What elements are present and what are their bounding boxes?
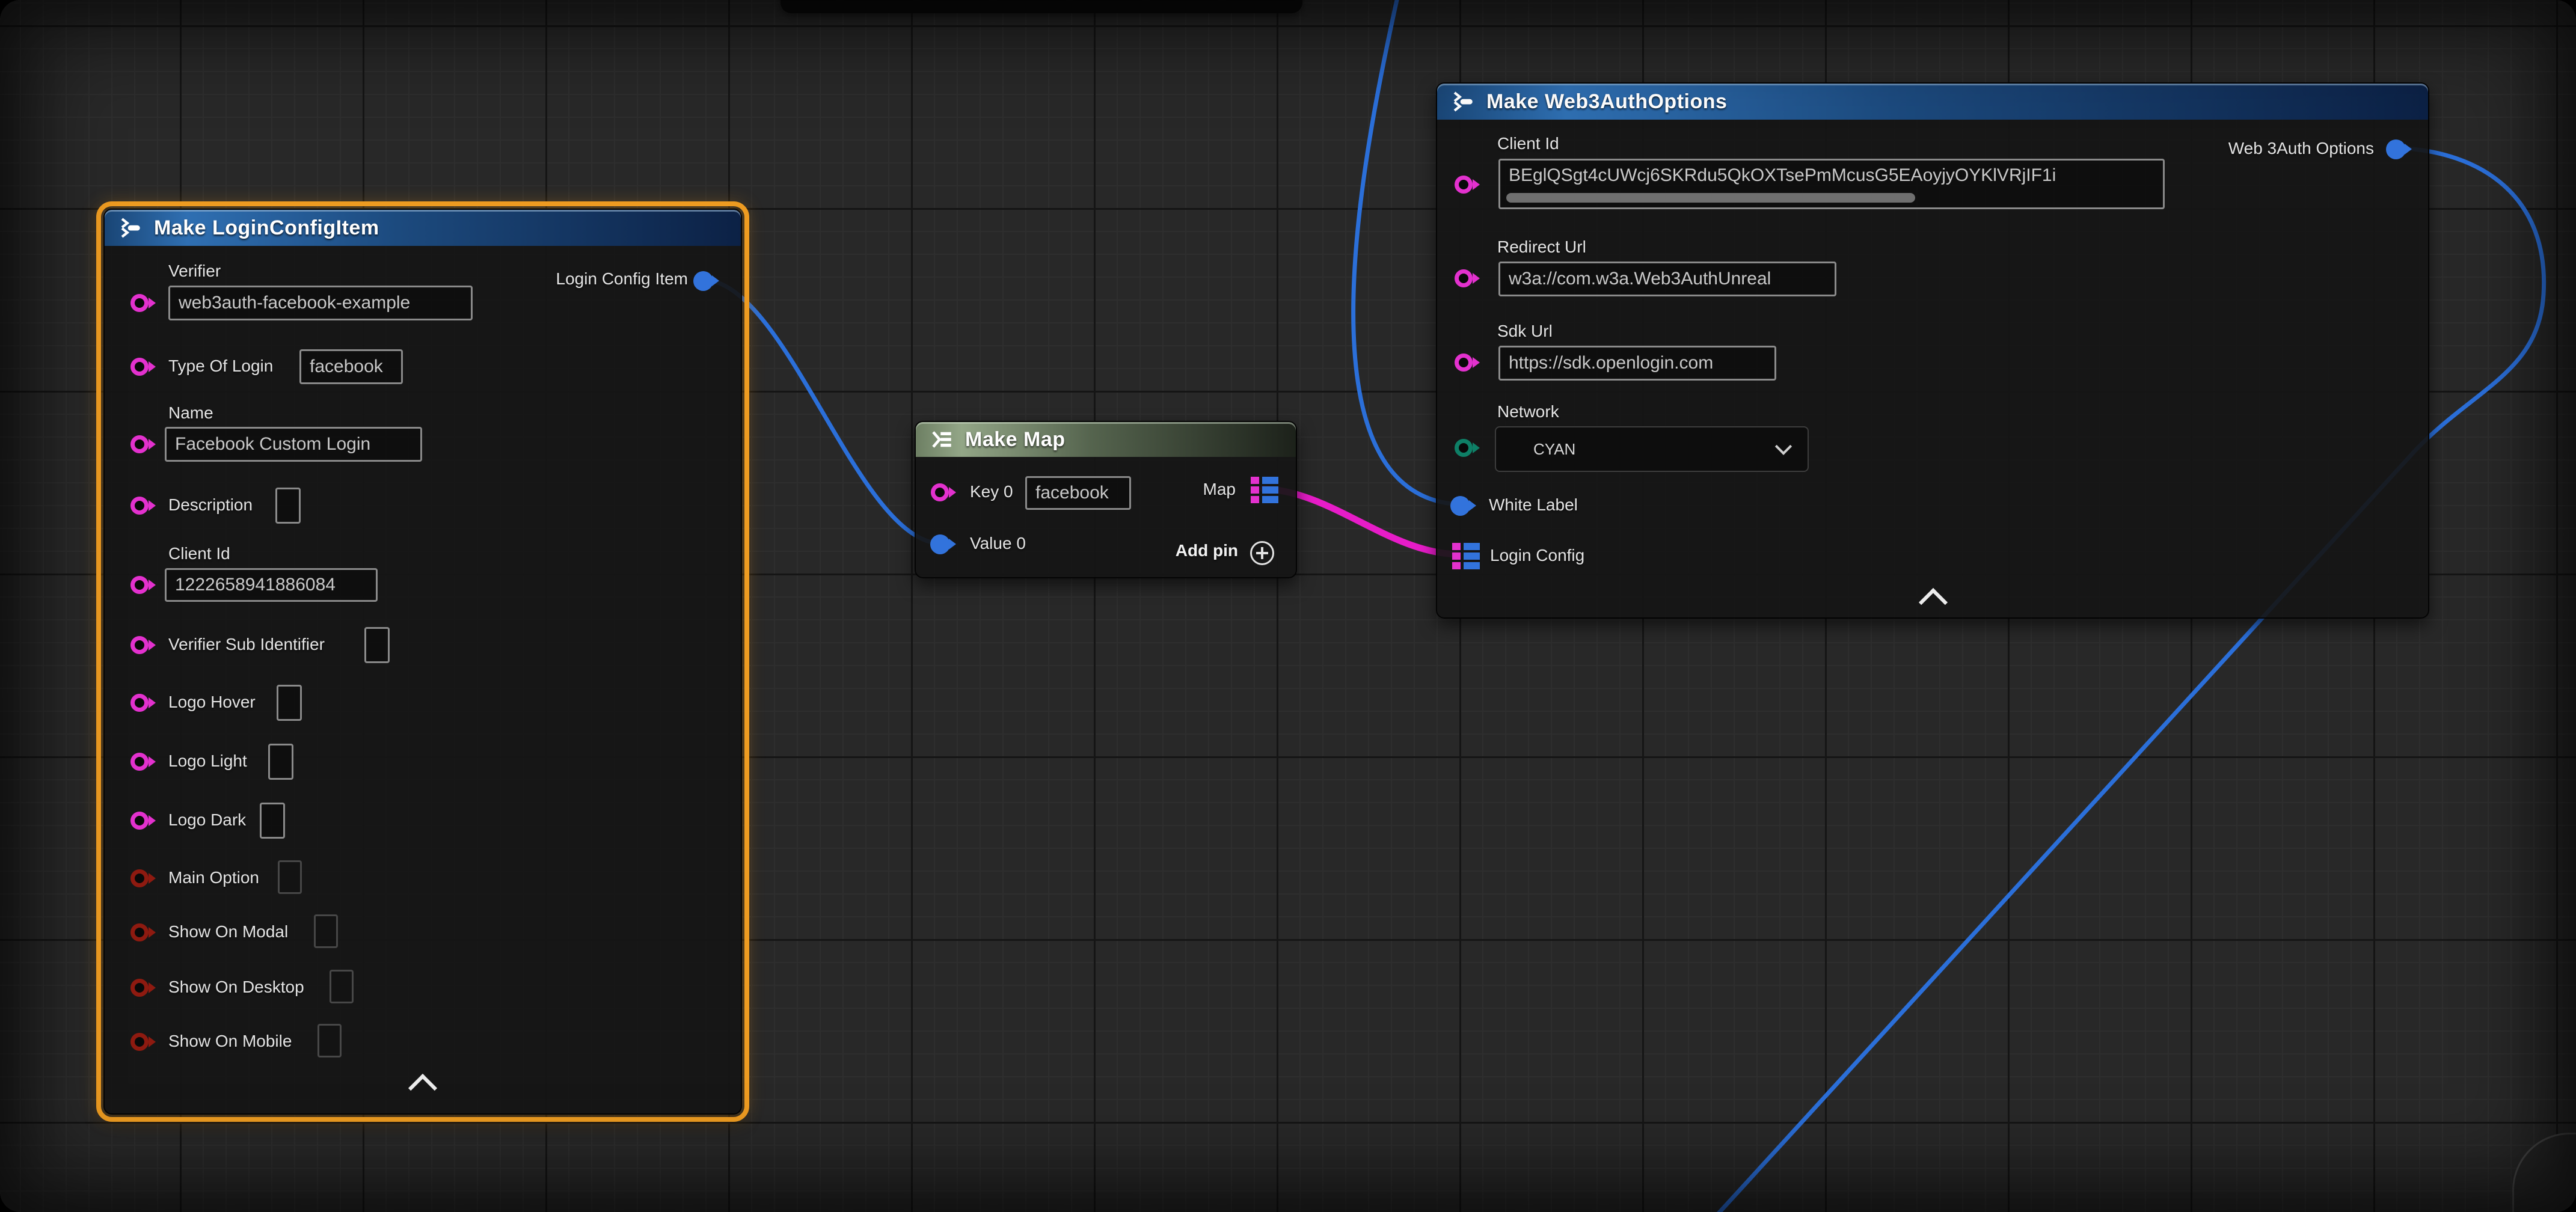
node-make-web3authoptions[interactable]: Make Web3AuthOptions Web 3Auth Options C… xyxy=(1436,82,2429,619)
logo-hover-field[interactable] xyxy=(277,685,302,721)
pin-label-client-id: Client Id xyxy=(1497,134,1559,153)
pin-white-label-input[interactable] xyxy=(1450,495,1470,516)
pin-label-main-option: Main Option xyxy=(168,868,259,887)
chevron-up-icon[interactable] xyxy=(1919,588,1948,617)
pin-label-show-on-modal: Show On Modal xyxy=(168,922,288,941)
pin-label-network: Network xyxy=(1497,402,1559,421)
pin-label-logo-dark: Logo Dark xyxy=(168,810,246,830)
node-title: Make Web3AuthOptions xyxy=(1486,90,1727,114)
pin-redirect-url-input[interactable] xyxy=(1453,268,1474,289)
make-struct-icon xyxy=(118,215,143,240)
node-make-loginconfigitem[interactable]: Make LoginConfigItem Login Config Item V… xyxy=(103,209,742,1115)
main-option-checkbox[interactable] xyxy=(278,860,302,894)
make-map-icon xyxy=(929,427,954,452)
pin-name-input[interactable] xyxy=(129,434,150,454)
pin-label-show-on-desktop: Show On Desktop xyxy=(168,978,304,997)
show-on-mobile-checkbox[interactable] xyxy=(317,1024,342,1057)
node-header-make-web3authoptions[interactable]: Make Web3AuthOptions xyxy=(1437,84,2428,120)
show-on-modal-checkbox[interactable] xyxy=(314,914,338,948)
circle-plus-icon[interactable] xyxy=(1250,541,1274,565)
pin-logo-dark-input[interactable] xyxy=(129,810,150,831)
add-pin-button[interactable]: Add pin xyxy=(1176,541,1238,560)
show-on-desktop-checkbox[interactable] xyxy=(330,970,354,1003)
pin-label-client-id: Client Id xyxy=(168,544,230,563)
logo-light-field[interactable] xyxy=(268,744,293,780)
pin-label-verifier-sub-identifier: Verifier Sub Identifier xyxy=(168,635,325,654)
node-title: Make LoginConfigItem xyxy=(154,216,379,240)
client-id-field[interactable]: BEglQSgt4cUWcj6SKRdu5QkOXTsePmMcusG5EAoy… xyxy=(1498,159,2165,209)
make-struct-icon xyxy=(1450,89,1476,114)
blueprint-canvas[interactable]: Make LoginConfigItem Login Config Item V… xyxy=(0,0,2576,1212)
chevron-down-icon xyxy=(1775,438,1792,455)
pin-label-name: Name xyxy=(168,403,213,423)
node-make-map[interactable]: Make Map Key 0 facebook Map Value 0 Add … xyxy=(915,421,1297,578)
pin-description-input[interactable] xyxy=(129,495,150,516)
pin-label-login-config: Login Config xyxy=(1490,546,1584,565)
pin-show-on-mobile-input[interactable] xyxy=(129,1032,150,1052)
sdk-url-field[interactable]: https://sdk.openlogin.com xyxy=(1498,346,1776,381)
offscreen-node-bottom-edge xyxy=(780,0,1302,13)
key0-field[interactable]: facebook xyxy=(1025,476,1131,510)
logo-dark-field[interactable] xyxy=(260,803,285,839)
horizontal-scrollbar[interactable] xyxy=(1506,193,1915,203)
pin-web3auth-options-output[interactable] xyxy=(2385,139,2406,159)
pin-type-of-login-input[interactable] xyxy=(129,357,150,377)
pin-show-on-desktop-input[interactable] xyxy=(129,978,150,998)
pin-label-logo-hover: Logo Hover xyxy=(168,693,256,712)
redirect-url-field[interactable]: w3a://com.w3a.Web3AuthUnreal xyxy=(1498,262,1836,296)
pin-label-value0: Value 0 xyxy=(970,534,1026,553)
pin-sdk-url-input[interactable] xyxy=(1453,352,1474,373)
output-label-map: Map xyxy=(1203,480,1236,499)
description-field[interactable] xyxy=(275,488,301,524)
pin-show-on-modal-input[interactable] xyxy=(129,922,150,943)
pin-key0-input[interactable] xyxy=(930,482,950,503)
output-label-login-config-item: Login Config Item xyxy=(556,269,688,289)
type-of-login-field[interactable]: facebook xyxy=(299,349,403,384)
pin-label-sdk-url: Sdk Url xyxy=(1497,322,1553,341)
pin-main-option-input[interactable] xyxy=(129,868,150,889)
pin-verifier-input[interactable] xyxy=(129,293,150,313)
pin-value0-input[interactable] xyxy=(930,534,950,554)
pin-label-type-of-login: Type Of Login xyxy=(168,357,273,376)
pin-login-config-input[interactable] xyxy=(1452,543,1480,569)
pin-logo-light-input[interactable] xyxy=(129,751,150,772)
offscreen-node-corner xyxy=(2512,1133,2576,1212)
pin-client-id-input[interactable] xyxy=(1453,174,1474,195)
pin-label-key0: Key 0 xyxy=(970,482,1013,501)
name-field[interactable]: Facebook Custom Login xyxy=(165,427,422,462)
chevron-up-icon[interactable] xyxy=(408,1074,437,1103)
pin-login-config-item-output[interactable] xyxy=(693,271,713,291)
output-label-web3auth-options: Web 3Auth Options xyxy=(2228,139,2374,158)
verifier-sub-identifier-field[interactable] xyxy=(364,627,390,663)
pin-network-input[interactable] xyxy=(1453,438,1474,458)
pin-map-output[interactable] xyxy=(1251,477,1278,503)
node-title: Make Map xyxy=(965,428,1066,451)
pin-verifier-sub-identifier-input[interactable] xyxy=(129,635,150,655)
node-header-make-loginconfigitem[interactable]: Make LoginConfigItem xyxy=(105,210,741,246)
verifier-field[interactable]: web3auth-facebook-example xyxy=(168,286,473,320)
pin-logo-hover-input[interactable] xyxy=(129,693,150,713)
client-id-field[interactable]: 1222658941886084 xyxy=(165,568,378,602)
pin-label-description: Description xyxy=(168,495,253,515)
pin-label-show-on-mobile: Show On Mobile xyxy=(168,1032,292,1051)
pin-label-white-label: White Label xyxy=(1489,495,1578,515)
pin-label-redirect-url: Redirect Url xyxy=(1497,237,1586,257)
network-select[interactable]: CYAN xyxy=(1495,426,1809,472)
pin-label-logo-light: Logo Light xyxy=(168,751,247,771)
pin-client-id-input[interactable] xyxy=(129,575,150,595)
pin-label-verifier: Verifier xyxy=(168,262,221,281)
node-header-make-map[interactable]: Make Map xyxy=(916,422,1296,457)
